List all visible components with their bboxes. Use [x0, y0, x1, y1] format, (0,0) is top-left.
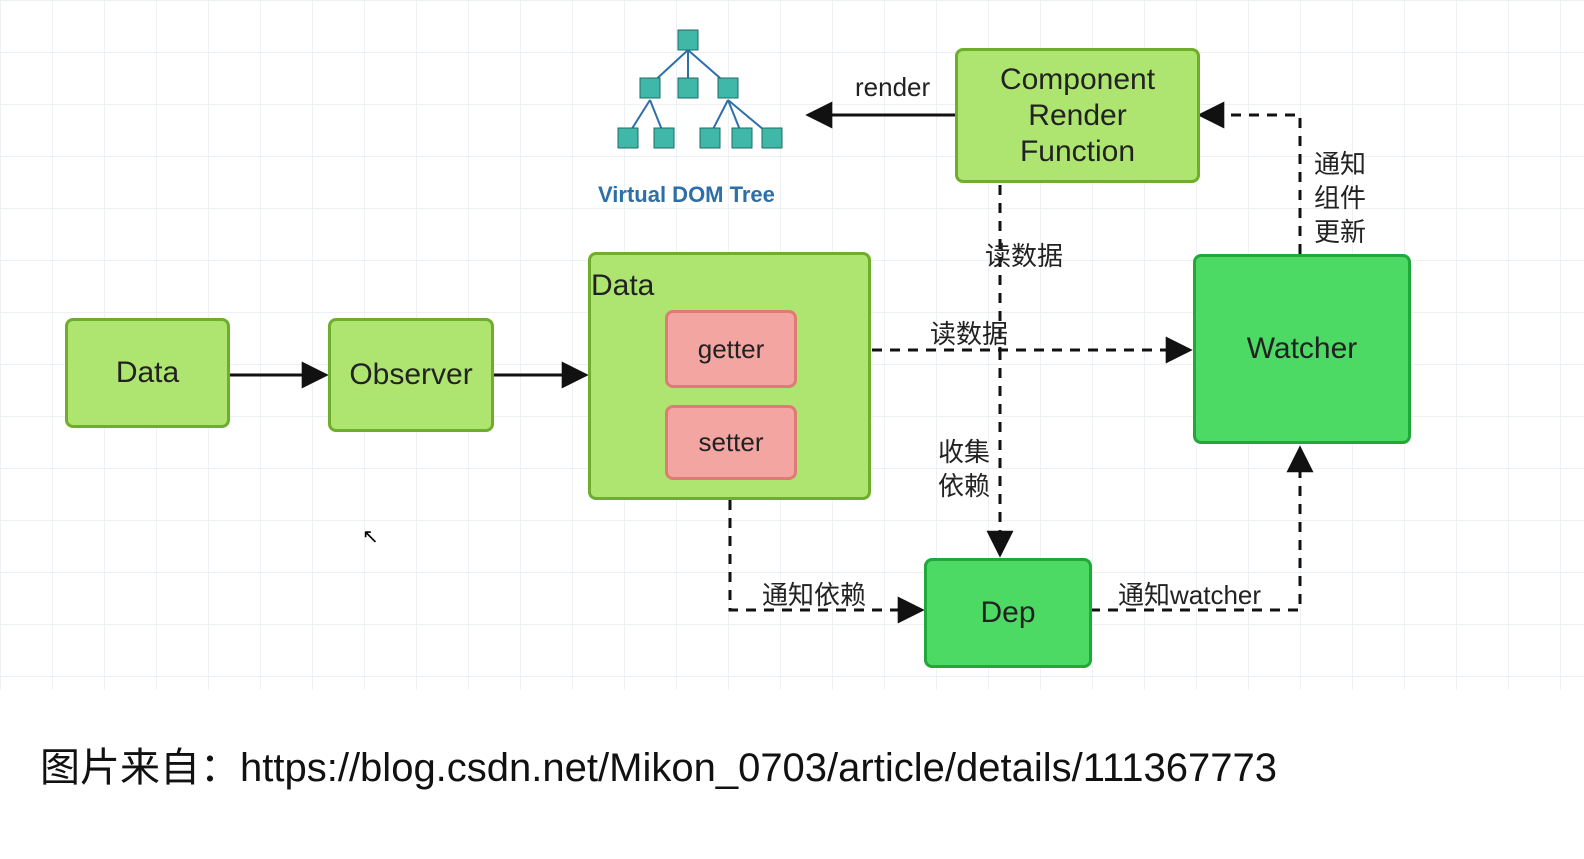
observer-box: Observer [328, 318, 494, 432]
getter-box: getter [665, 310, 797, 388]
component-line1: Component [1000, 62, 1155, 98]
attribution-line: 图片来自：https://blog.csdn.net/Mikon_0703/ar… [40, 735, 1277, 793]
attribution-url: https://blog.csdn.net/Mikon_0703/article… [240, 746, 1277, 790]
component-line3: Function [1020, 134, 1135, 170]
setter-box: setter [665, 405, 797, 480]
vdom-caption: Virtual DOM Tree [598, 182, 775, 208]
component-render-function-box: Component Render Function [955, 48, 1200, 183]
diagram-canvas: Data Observer Data getter setter Compone… [0, 0, 1584, 859]
edge-label-collect-dep: 收集 依赖 [938, 436, 990, 504]
watcher-box: Watcher [1193, 254, 1411, 444]
component-line2: Render [1028, 98, 1126, 134]
edge-label-notify-watcher: 通知watcher [1118, 575, 1261, 612]
dep-box: Dep [924, 558, 1092, 668]
edge-label-notify-dep: 通知依赖 [762, 575, 866, 612]
edge-label-notify-component: 通知 组件 更新 [1314, 148, 1366, 249]
attribution-prefix: 图片来自： [40, 746, 240, 790]
edge-label-read-top: 读数据 [985, 236, 1063, 273]
cursor-icon: ↖ [362, 524, 379, 549]
data-center-title: Data [591, 269, 654, 303]
data-box-left: Data [65, 318, 230, 428]
edge-label-read-mid: 读数据 [930, 314, 1008, 351]
edge-label-render: render [855, 72, 930, 103]
